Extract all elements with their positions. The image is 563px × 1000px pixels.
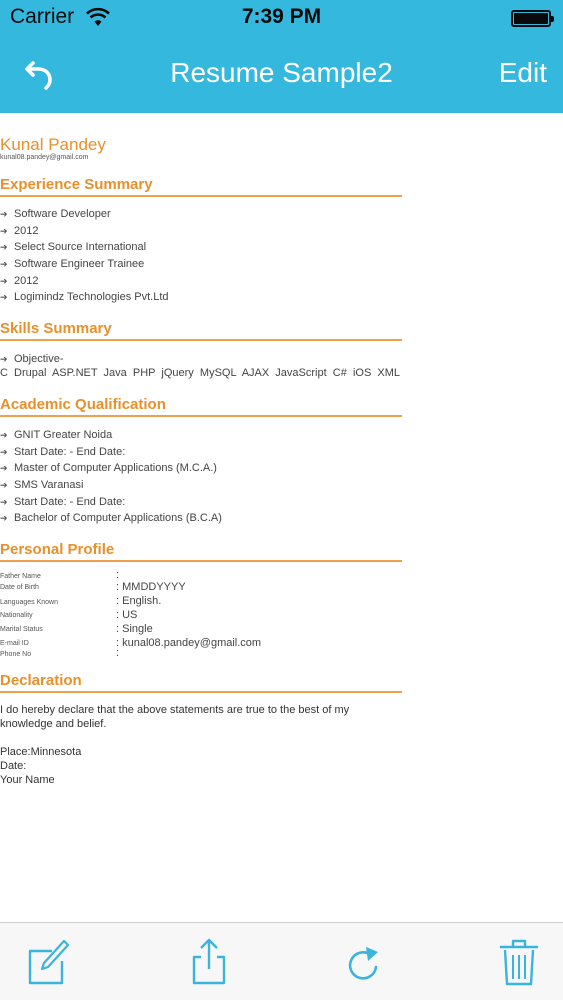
refresh-icon[interactable]	[340, 937, 386, 987]
compose-icon[interactable]	[24, 937, 70, 987]
profile-value: :	[116, 569, 120, 581]
declaration-name: Your Name	[0, 774, 55, 786]
personal-title: Personal Profile	[0, 541, 115, 558]
profile-value: : US	[116, 609, 138, 621]
list-item: ➔ 2012	[0, 275, 39, 287]
profile-label: Nationality	[0, 612, 33, 619]
bottom-toolbar	[0, 922, 563, 1000]
profile-value: : MMDDYYYY	[116, 581, 186, 593]
skills-title: Skills Summary	[0, 320, 112, 337]
share-icon[interactable]	[186, 937, 232, 987]
declaration-place: Place:Minnesota	[0, 746, 82, 758]
list-item: ➔ Software Developer	[0, 208, 111, 220]
profile-value: : kunal08.pandey@gmail.com	[116, 637, 262, 649]
section-divider	[0, 415, 402, 417]
list-item: ➔ SMS Varanasi	[0, 479, 84, 491]
profile-value: : English.	[116, 595, 162, 607]
academic-title: Academic Qualification	[0, 396, 166, 413]
declaration-title: Declaration	[0, 672, 82, 689]
status-time: 7:39 PM	[241, 5, 322, 28]
profile-label: Marital Status	[0, 626, 43, 633]
list-item: ➔ Software Engineer Trainee	[0, 258, 145, 270]
profile-value: : Single	[116, 623, 153, 635]
list-item: ➔ Start Date: - End Date:	[0, 496, 126, 508]
declaration-text: knowledge and belief.	[0, 718, 107, 730]
section-divider	[0, 195, 402, 197]
section-divider	[0, 339, 402, 341]
list-item: ➔ Master of Computer Applications (M.C.A.…	[0, 462, 217, 474]
list-item: ➔ 2012	[0, 225, 39, 237]
list-item: ➔ GNIT Greater Noida	[0, 429, 113, 441]
list-item: ➔ Start Date: - End Date:	[0, 446, 126, 458]
skills-list: C Drupal ASP.NET Java PHP jQuery MySQL A…	[0, 367, 401, 379]
list-item: ➔ Logimindz Technologies Pvt.Ltd	[0, 291, 169, 303]
profile-label: Languages Known	[0, 599, 58, 606]
list-item: ➔ Select Source International	[0, 241, 147, 253]
resume-name: Kunal Pandey	[0, 135, 106, 154]
profile-label: Phone No	[0, 651, 32, 658]
list-item: ➔ Bachelor of Computer Applications (B.C.…	[0, 512, 222, 524]
profile-value: :	[116, 647, 120, 659]
resume-email: kunal08.pandey@gmail.com	[0, 154, 89, 161]
top-bar: Carrier 7:39 PM Resume Sample2 Edit	[0, 0, 563, 113]
trash-icon[interactable]	[496, 937, 542, 987]
profile-label: Father Name	[0, 573, 41, 580]
declaration-text: I do hereby declare that the above state…	[0, 704, 350, 716]
page-title: Resume Sample2	[170, 57, 393, 88]
profile-label: Date of Birth	[0, 584, 39, 591]
status-bar: Carrier 7:39 PM	[0, 0, 563, 38]
section-divider	[0, 691, 402, 693]
profile-label: E-mail ID	[0, 640, 29, 647]
edit-button[interactable]: Edit	[499, 57, 547, 89]
experience-title: Experience Summary	[0, 176, 153, 193]
declaration-date: Date:	[0, 760, 27, 772]
battery-icon	[511, 10, 554, 27]
section-divider	[0, 560, 402, 562]
skills-objective: ➔ Objective-	[0, 353, 64, 365]
